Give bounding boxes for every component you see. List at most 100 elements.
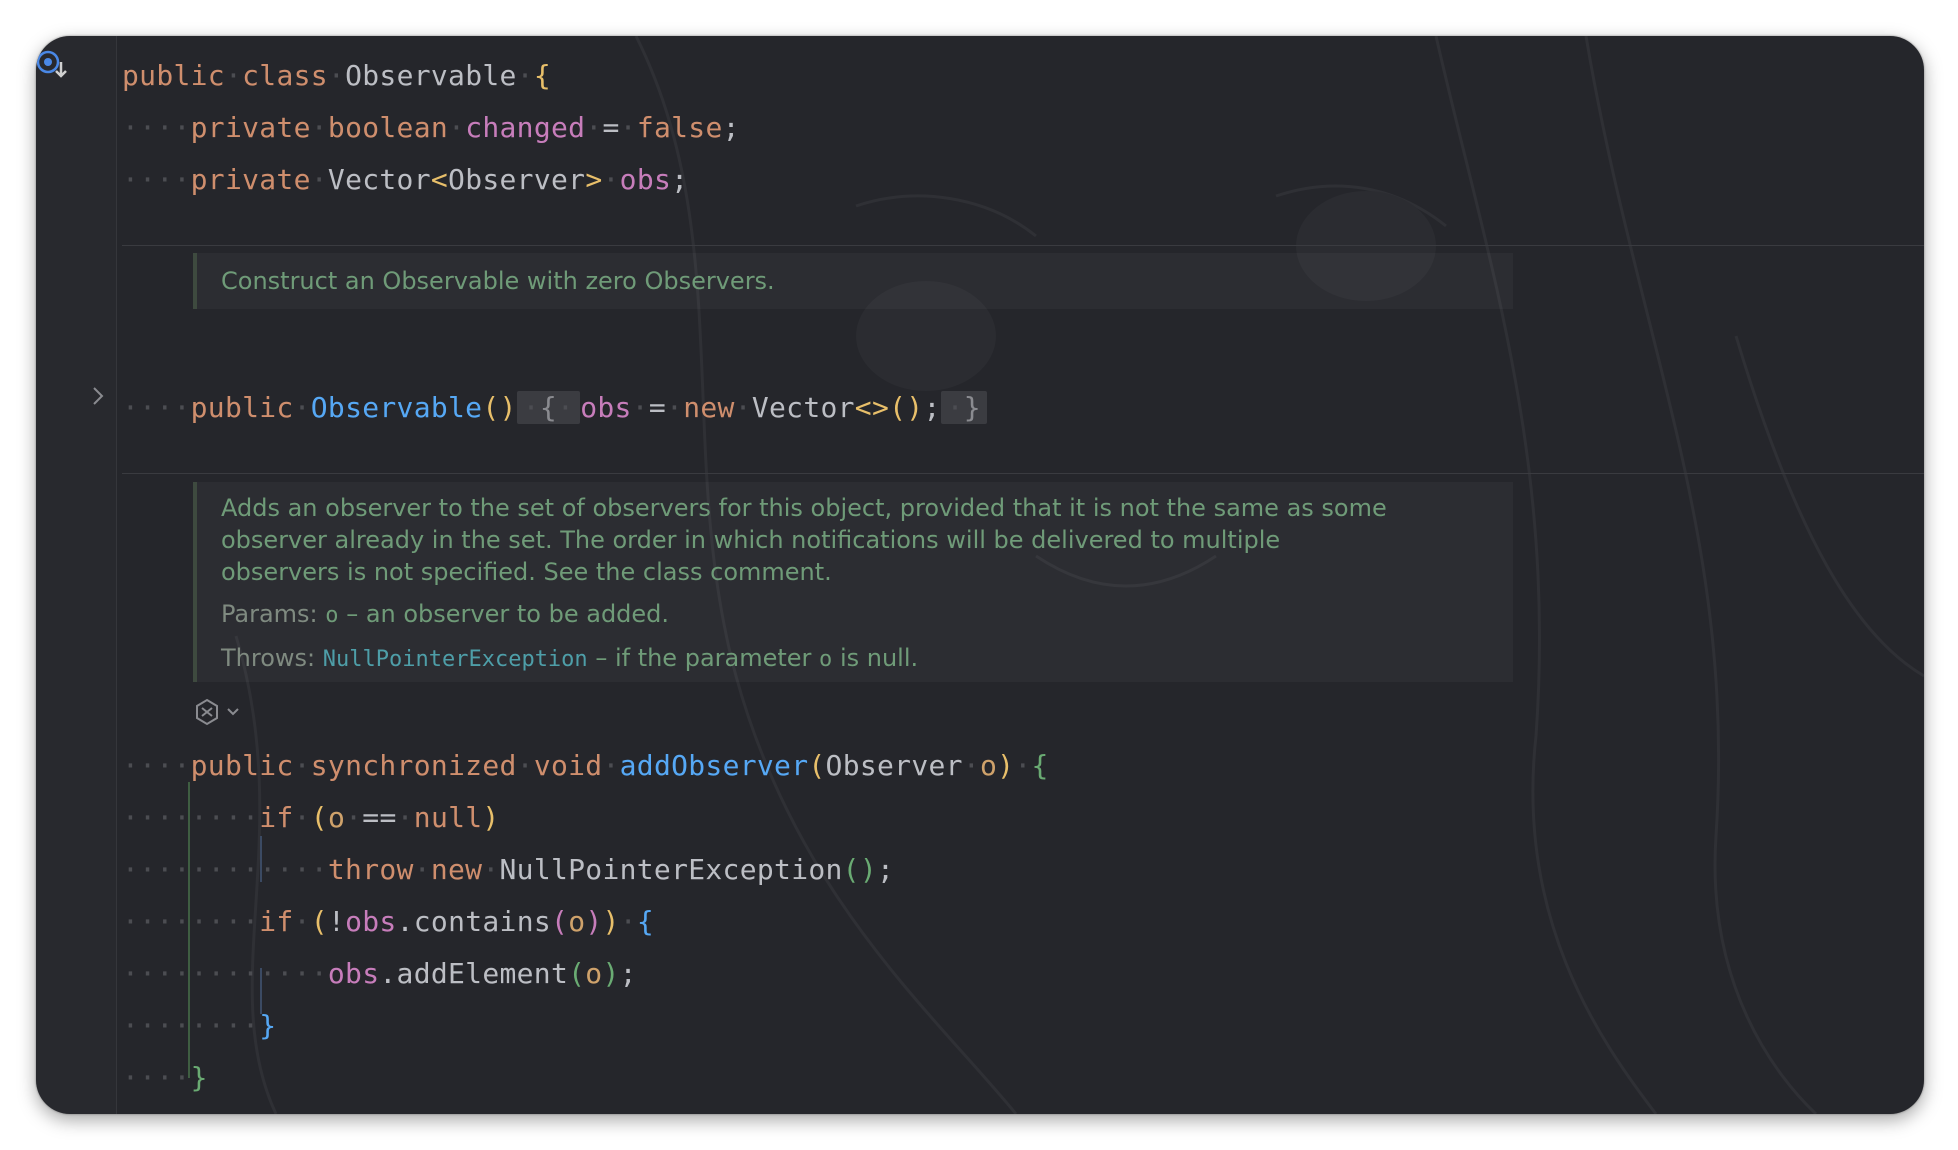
paren: ( bbox=[310, 801, 328, 834]
keyword: public bbox=[190, 391, 294, 424]
type-name: Vector bbox=[751, 391, 855, 424]
keyword: new bbox=[430, 853, 483, 886]
field-name: obs bbox=[327, 957, 380, 990]
doc-text: is null. bbox=[839, 644, 919, 672]
keyword: private bbox=[190, 163, 311, 196]
code-line-constructor: ····public·Observable() ·{· obs·=·new·Vect… bbox=[122, 382, 987, 434]
dot: . bbox=[396, 905, 414, 938]
doc-text-line: observers is not specified. See the clas… bbox=[221, 558, 832, 586]
paren: ) bbox=[585, 905, 603, 938]
keyword: public bbox=[190, 749, 294, 782]
operator: == bbox=[362, 801, 397, 834]
paren: ) bbox=[602, 957, 620, 990]
semicolon: ; bbox=[877, 853, 895, 886]
keyword: private bbox=[190, 111, 311, 144]
code-line-changed-field: ····private·boolean·changed·=·false; bbox=[122, 111, 740, 144]
doc-tag: Throws: bbox=[221, 644, 316, 672]
paren: ) bbox=[997, 749, 1015, 782]
code-line-close-if: ········} bbox=[122, 1009, 277, 1042]
folded-block-close[interactable]: ·} bbox=[940, 391, 987, 424]
code-editor[interactable]: public·class·Observable·{ ····private·bo… bbox=[36, 36, 1924, 1114]
code-line-obs-field: ····private·Vector<Observer>·obs; bbox=[122, 163, 689, 196]
doc-text-line: Adds an observer to the set of observers… bbox=[221, 494, 1387, 522]
doc-params: Params: o – an observer to be added. bbox=[221, 598, 1513, 632]
method-separator bbox=[122, 245, 1924, 246]
paren: ( bbox=[568, 957, 586, 990]
operator: = bbox=[648, 391, 667, 424]
paren: ) bbox=[602, 905, 620, 938]
type-name: Vector bbox=[327, 163, 431, 196]
editor-window: public·class·Observable·{ ····private·bo… bbox=[36, 36, 1924, 1114]
method-separator bbox=[122, 473, 1924, 474]
code-line-if-contains: ········if·(!obs.contains(o))·{ bbox=[122, 905, 655, 938]
paren: ( bbox=[808, 749, 826, 782]
paren: ) bbox=[482, 801, 500, 834]
doc-comment-constructor: Construct an Observable with zero Observ… bbox=[193, 253, 1513, 309]
operator: ! bbox=[327, 905, 346, 938]
ai-assistant-icon[interactable] bbox=[193, 698, 221, 726]
brace: } bbox=[190, 1061, 208, 1094]
param-name: o bbox=[979, 749, 998, 782]
doc-text: Construct an Observable with zero Observ… bbox=[221, 267, 775, 295]
keyword: boolean bbox=[327, 111, 449, 144]
doc-text: – if the parameter bbox=[595, 644, 812, 672]
field-name: changed bbox=[465, 111, 586, 144]
semicolon: ; bbox=[671, 163, 689, 196]
code-line-class-declaration: public·class·Observable·{ bbox=[122, 59, 552, 92]
param-name: o bbox=[585, 957, 603, 990]
exception-link[interactable]: NullPointerException bbox=[323, 647, 588, 672]
angle-bracket: > bbox=[585, 163, 603, 196]
chevron-down-icon[interactable] bbox=[226, 706, 240, 718]
param-name: o bbox=[325, 603, 339, 628]
method-call: contains bbox=[413, 905, 552, 938]
field-name: obs bbox=[580, 391, 632, 424]
param-name: o bbox=[819, 647, 833, 672]
doc-text-line: observer already in the set. The order i… bbox=[221, 526, 1281, 554]
paren: ( bbox=[310, 905, 328, 938]
code-line-throw: ············throw·new·NullPointerExcepti… bbox=[122, 853, 895, 886]
type-name: NullPointerException bbox=[499, 853, 843, 886]
code-line-if-null: ········if·(o·==·null) bbox=[122, 801, 500, 834]
param-name: o bbox=[568, 905, 586, 938]
param-name: o bbox=[327, 801, 346, 834]
keyword: null bbox=[413, 801, 483, 834]
code-line-add-observer-signature: ····public·synchronized·void·addObserver… bbox=[122, 749, 1049, 782]
keyword: void bbox=[533, 749, 603, 782]
code-line-add-element: ············obs.addElement(o); bbox=[122, 957, 637, 990]
operator: = bbox=[602, 111, 620, 144]
type-name: Observer bbox=[825, 749, 963, 782]
diamond: <> bbox=[854, 391, 890, 424]
semicolon: ; bbox=[923, 391, 941, 424]
brace: { bbox=[636, 905, 655, 938]
keyword: new bbox=[683, 391, 735, 424]
parentheses: () bbox=[842, 853, 877, 886]
keyword: public bbox=[122, 59, 225, 92]
method-name: addObserver bbox=[619, 749, 809, 782]
semicolon: ; bbox=[619, 957, 637, 990]
class-name: Observable bbox=[345, 59, 517, 92]
dot: . bbox=[379, 957, 397, 990]
literal: false bbox=[636, 111, 723, 144]
type-name: Observer bbox=[448, 163, 586, 196]
semicolon: ; bbox=[722, 111, 740, 144]
keyword: synchronized bbox=[310, 749, 517, 782]
method-name: Observable bbox=[310, 391, 483, 424]
code-line-close-method: ····} bbox=[122, 1061, 208, 1094]
brace: } bbox=[259, 1009, 277, 1042]
doc-comment-add-observer: Adds an observer to the set of observers… bbox=[193, 482, 1513, 682]
folded-block-open[interactable]: ·{· bbox=[516, 391, 581, 424]
field-name: obs bbox=[345, 905, 397, 938]
keyword: class bbox=[242, 59, 328, 92]
keyword: if bbox=[259, 905, 294, 938]
paren: ( bbox=[551, 905, 569, 938]
doc-throws: Throws: NullPointerException – if the pa… bbox=[221, 642, 1513, 676]
keyword: throw bbox=[327, 853, 414, 886]
method-call: addElement bbox=[396, 957, 569, 990]
brace: { bbox=[1031, 749, 1049, 782]
angle-bracket: < bbox=[430, 163, 449, 196]
parentheses: () bbox=[482, 391, 517, 424]
doc-text: – an observer to be added. bbox=[346, 600, 670, 628]
field-name: obs bbox=[619, 163, 672, 196]
brace: { bbox=[533, 59, 552, 92]
keyword: if bbox=[259, 801, 294, 834]
